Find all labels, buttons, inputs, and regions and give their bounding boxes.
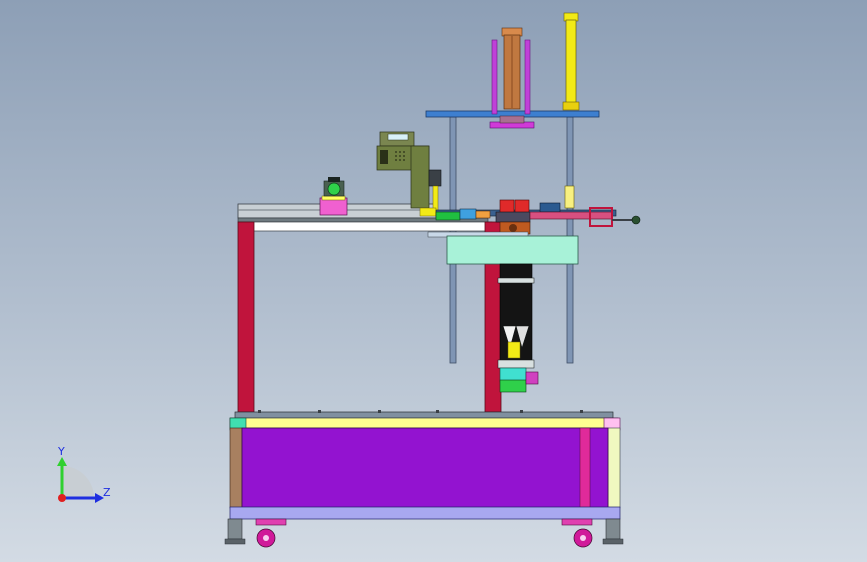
yellow-sensor-post	[564, 185, 575, 209]
cabinet-bottom-rail	[229, 506, 621, 520]
cabinet-right-post	[607, 427, 621, 509]
green-sensor	[327, 182, 341, 196]
casters	[224, 518, 624, 548]
cabinet-base	[229, 417, 621, 520]
head-arm	[410, 145, 430, 209]
right-foot	[605, 518, 621, 540]
yellow-cylinder	[565, 19, 577, 105]
mint-block-assembly	[446, 235, 579, 393]
table-top	[234, 410, 614, 419]
guide-rod-2	[524, 39, 531, 115]
pink-slider-block	[319, 197, 348, 216]
triad-z-label: Z	[103, 486, 111, 499]
triad-origin	[58, 494, 66, 502]
head-connector	[428, 169, 442, 187]
cabinet-frame-top	[229, 417, 619, 429]
left-red-column	[237, 221, 255, 413]
guide-rod-1	[491, 39, 498, 115]
triad-y-label: Y	[57, 445, 65, 458]
triad-quarter-disc	[62, 466, 94, 498]
mint-block	[446, 235, 579, 265]
olive-head-assembly	[376, 131, 442, 217]
table-top-plate	[234, 411, 614, 419]
cabinet-left-post	[229, 427, 243, 509]
cad-viewport[interactable]: Y Z	[0, 0, 867, 562]
end-knob	[631, 215, 641, 225]
left-foot	[227, 518, 243, 540]
cabinet-purple-panel	[241, 427, 609, 509]
white-crossbar	[251, 221, 493, 232]
slide-carriage	[319, 177, 348, 216]
orientation-triad[interactable]: Y Z	[57, 445, 111, 503]
